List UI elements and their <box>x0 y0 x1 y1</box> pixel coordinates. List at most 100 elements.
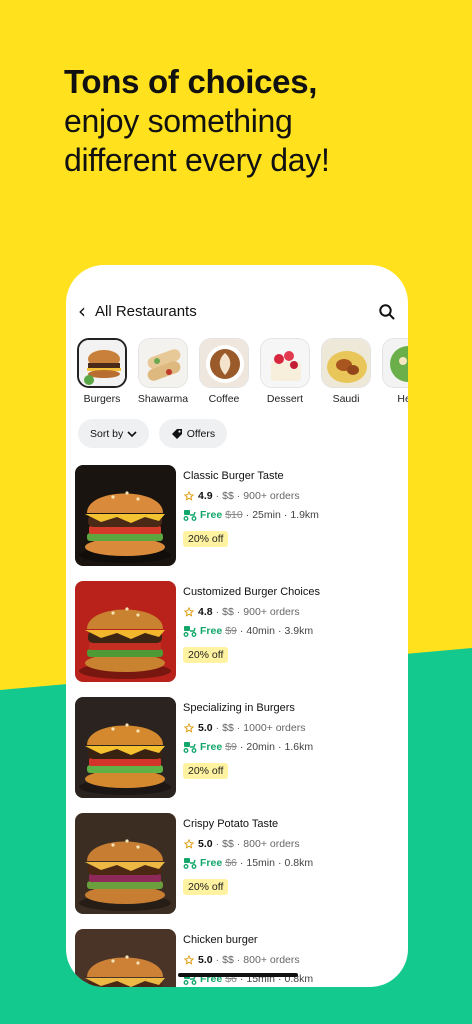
restaurant-row[interactable]: Specializing in Burgers 5.0 · $$ · 1000+… <box>75 697 405 813</box>
star-icon <box>183 490 195 501</box>
category-healthy[interactable]: Hea <box>381 338 408 407</box>
category-label: Saudi <box>332 393 360 405</box>
separator: · <box>239 624 244 637</box>
headline-line-2: enjoy something <box>64 103 293 139</box>
restaurant-name: Chicken burger <box>183 934 258 946</box>
restaurant-image <box>75 581 176 682</box>
restaurant-name: Specializing in Burgers <box>183 702 295 714</box>
order-count: 1000+ orders <box>243 721 306 734</box>
category-coffee-image <box>199 338 249 388</box>
category-label: Burgers <box>83 393 121 406</box>
separator: · <box>239 856 244 869</box>
category-coffee[interactable]: Coffee <box>198 338 250 407</box>
price-level: $$ <box>222 837 234 850</box>
separator: · <box>236 721 241 734</box>
rating: 4.8 <box>198 605 213 618</box>
category-label: Shawarma <box>137 393 189 405</box>
sort-by-label: Sort by <box>90 427 124 440</box>
price-level: $$ <box>222 605 234 618</box>
restaurant-info: Customized Burger Choices 4.8 · $$ · 900… <box>183 585 320 663</box>
separator: · <box>236 489 241 502</box>
offers-label: Offers <box>186 427 216 440</box>
separator: · <box>277 856 282 869</box>
restaurant-meta: 5.0 · $$ · 800+ orders <box>183 953 313 966</box>
separator: · <box>245 508 250 521</box>
distance: 1.9km <box>290 508 319 521</box>
star-icon <box>183 722 195 733</box>
restaurant-list: Classic Burger Taste 4.9 · $$ · 900+ ord… <box>75 465 405 987</box>
delivery-info: Free $10 · 25min · 1.9km <box>183 508 319 521</box>
free-delivery: Free <box>200 624 223 637</box>
category-shawarma[interactable]: Shawarma <box>137 338 189 407</box>
separator: · <box>236 605 241 618</box>
separator: · <box>215 489 220 502</box>
chevron-down-icon <box>127 430 137 437</box>
rating: 5.0 <box>198 721 213 734</box>
delivery-time: 20min <box>246 740 275 753</box>
category-saudi[interactable]: Saudi <box>320 338 372 407</box>
phone-screen: ‹ All Restaurants Burgers Shawarma Coffe… <box>66 265 408 987</box>
restaurant-row[interactable]: Crispy Potato Taste 5.0 · $$ · 800+ orde… <box>75 813 405 929</box>
restaurant-image <box>75 813 176 914</box>
restaurant-row[interactable]: Customized Burger Choices 4.8 · $$ · 900… <box>75 581 405 697</box>
restaurant-meta: 5.0 · $$ · 1000+ orders <box>183 721 313 734</box>
free-delivery: Free <box>200 740 223 753</box>
chevron-left-icon[interactable]: ‹ <box>78 301 86 321</box>
separator: · <box>239 740 244 753</box>
order-count: 900+ orders <box>243 489 300 502</box>
search-icon[interactable] <box>378 303 396 321</box>
old-delivery-fee: $10 <box>225 508 243 521</box>
category-dessert-image <box>260 338 310 388</box>
sort-by-button[interactable]: Sort by <box>78 419 150 448</box>
restaurant-row[interactable]: Classic Burger Taste 4.9 · $$ · 900+ ord… <box>75 465 405 581</box>
star-icon <box>183 954 195 965</box>
delivery-time: 40min <box>246 624 275 637</box>
scooter-icon <box>183 625 197 637</box>
restaurant-meta: 4.8 · $$ · 900+ orders <box>183 605 320 618</box>
delivery-info: Free $9 · 20min · 1.6km <box>183 740 313 753</box>
headline-line-3: different every day! <box>64 142 330 178</box>
restaurant-name: Classic Burger Taste <box>183 470 284 482</box>
tag-icon <box>171 428 182 439</box>
restaurant-row[interactable]: Chicken burger 5.0 · $$ · 800+ orders Fr… <box>75 929 405 987</box>
delivery-time: 15min <box>246 856 275 869</box>
old-delivery-fee: $9 <box>225 740 237 753</box>
category-burgers[interactable]: Burgers <box>76 338 128 407</box>
offer-badge: 20% off <box>183 879 229 895</box>
separator: · <box>215 837 220 850</box>
price-level: $$ <box>222 953 234 966</box>
category-label: Hea <box>397 393 408 405</box>
order-count: 800+ orders <box>243 837 300 850</box>
rating: 5.0 <box>198 837 213 850</box>
offer-badge: 20% off <box>183 763 229 779</box>
separator: · <box>215 721 220 734</box>
separator: · <box>236 953 241 966</box>
order-count: 900+ orders <box>243 605 300 618</box>
old-delivery-fee: $6 <box>225 856 237 869</box>
category-dessert[interactable]: Dessert <box>259 338 311 407</box>
category-shawarma-image <box>138 338 188 388</box>
restaurant-image <box>75 929 176 987</box>
restaurant-info: Chicken burger 5.0 · $$ · 800+ orders Fr… <box>183 933 313 985</box>
category-burgers-image <box>77 338 127 388</box>
offers-button[interactable]: Offers <box>158 419 228 448</box>
home-indicator <box>178 973 298 977</box>
page-title: All Restaurants <box>95 303 197 320</box>
scooter-icon <box>183 509 197 521</box>
distance: 3.9km <box>284 624 314 637</box>
separator: · <box>277 624 282 637</box>
separator: · <box>283 508 288 521</box>
top-bar: ‹ All Restaurants <box>66 299 408 325</box>
distance: 0.8km <box>284 856 314 869</box>
price-level: $$ <box>222 721 234 734</box>
restaurant-info: Crispy Potato Taste 5.0 · $$ · 800+ orde… <box>183 817 313 895</box>
category-strip: Burgers Shawarma Coffee Dessert Saudi He <box>76 338 408 408</box>
headline-bold: Tons of choices, <box>64 63 318 100</box>
restaurant-meta: 4.9 · $$ · 900+ orders <box>183 489 319 502</box>
delivery-info: Free $6 · 15min · 0.8km <box>183 856 313 869</box>
offer-badge: 20% off <box>183 647 229 663</box>
restaurant-info: Specializing in Burgers 5.0 · $$ · 1000+… <box>183 701 313 779</box>
price-level: $$ <box>222 489 234 502</box>
free-delivery: Free <box>200 508 223 521</box>
filter-bar: Sort by Offers <box>78 419 232 449</box>
